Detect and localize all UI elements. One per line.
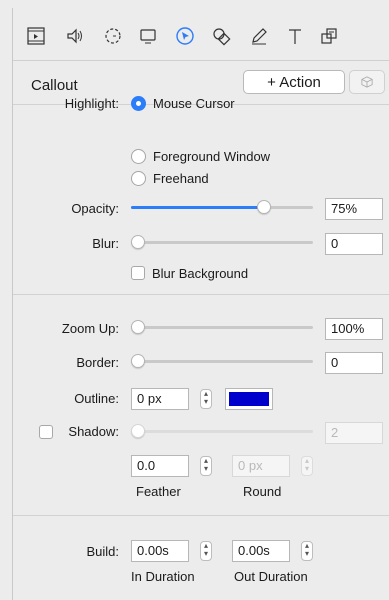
slider-track: [131, 430, 313, 433]
shadow-field[interactable]: 2: [325, 422, 383, 444]
out-duration-stepper[interactable]: ▴ ▾: [301, 541, 313, 561]
cube-button[interactable]: [349, 70, 385, 94]
out-duration-field[interactable]: 0.00s: [232, 540, 290, 562]
slider-knob[interactable]: [131, 424, 145, 438]
round-label: Round: [243, 484, 282, 499]
outline-label: Outline:: [74, 391, 119, 406]
radio-mouse-cursor[interactable]: Mouse Cursor: [131, 94, 235, 112]
slider-knob[interactable]: [257, 200, 271, 214]
radio-label-freehand: Freehand: [153, 170, 209, 186]
zoom-up-field[interactable]: 100%: [325, 318, 383, 340]
feather-field[interactable]: 0.0: [131, 455, 189, 477]
outline-field[interactable]: 0 px: [131, 388, 189, 410]
border-slider[interactable]: [131, 352, 313, 370]
text-icon[interactable]: [283, 24, 307, 48]
in-duration-field[interactable]: 0.00s: [131, 540, 189, 562]
shadow-label: Shadow:: [68, 424, 119, 439]
section-divider-1: [13, 294, 389, 295]
audio-icon[interactable]: [63, 24, 87, 48]
round-field[interactable]: 0 px: [232, 455, 290, 477]
border-field[interactable]: 0: [325, 352, 383, 374]
in-duration-label: In Duration: [131, 569, 195, 584]
feather-stepper[interactable]: ▴ ▾: [200, 456, 212, 476]
slider-knob[interactable]: [131, 354, 145, 368]
outline-color-fill: [229, 392, 269, 406]
slider-knob[interactable]: [131, 320, 145, 334]
slider-fill: [131, 206, 264, 209]
timer-icon[interactable]: [101, 24, 125, 48]
cube-icon: [361, 76, 373, 88]
zoom-up-slider[interactable]: [131, 318, 313, 336]
radio-freehand[interactable]: Freehand: [131, 169, 209, 187]
cursor-icon[interactable]: [173, 24, 197, 48]
shapes-icon[interactable]: [209, 24, 233, 48]
slider-track: [131, 241, 313, 244]
radio-button[interactable]: [131, 170, 146, 186]
shadow-slider[interactable]: [131, 422, 313, 440]
border-label: Border:: [76, 355, 119, 370]
radio-label-foreground-window: Foreground Window: [153, 148, 271, 164]
film-icon[interactable]: [24, 24, 48, 48]
outline-color-swatch[interactable]: [225, 388, 273, 410]
zoom-up-label: Zoom Up:: [61, 321, 119, 336]
opacity-field[interactable]: 75%: [325, 198, 383, 220]
radio-button-selected[interactable]: [131, 95, 146, 111]
blur-slider[interactable]: [131, 233, 313, 251]
in-duration-stepper[interactable]: ▴ ▾: [200, 541, 212, 561]
add-action-button[interactable]: + Action: [243, 70, 345, 94]
outline-stepper[interactable]: ▴ ▾: [200, 389, 212, 409]
panel-title: Callout: [31, 77, 78, 94]
inspector-panel: Callout + Action Highlight: Mouse Cursor…: [12, 8, 389, 600]
blur-background-label: Blur Background: [152, 266, 249, 281]
slider-knob[interactable]: [131, 235, 145, 249]
radio-label-mouse-cursor: Mouse Cursor: [153, 95, 235, 111]
opacity-slider[interactable]: [131, 198, 313, 216]
pen-icon[interactable]: [247, 24, 271, 48]
build-label: Build:: [86, 544, 119, 559]
radio-foreground-window[interactable]: Foreground Window: [131, 147, 270, 165]
highlight-label: Highlight:: [64, 96, 119, 111]
section-divider-2: [13, 515, 389, 516]
slider-track: [131, 360, 313, 363]
opacity-label: Opacity:: [71, 201, 119, 216]
feather-label: Feather: [136, 484, 181, 499]
out-duration-label: Out Duration: [234, 569, 308, 584]
slider-track: [131, 326, 313, 329]
blur-label: Blur:: [92, 236, 119, 251]
layers-icon[interactable]: [318, 24, 342, 48]
screen-icon[interactable]: [136, 24, 160, 48]
radio-button[interactable]: [131, 148, 146, 164]
inspector-toolbar: [13, 8, 389, 61]
blur-background-checkbox[interactable]: [131, 266, 145, 280]
round-stepper[interactable]: ▴ ▾: [301, 456, 313, 476]
blur-field[interactable]: 0: [325, 233, 383, 255]
